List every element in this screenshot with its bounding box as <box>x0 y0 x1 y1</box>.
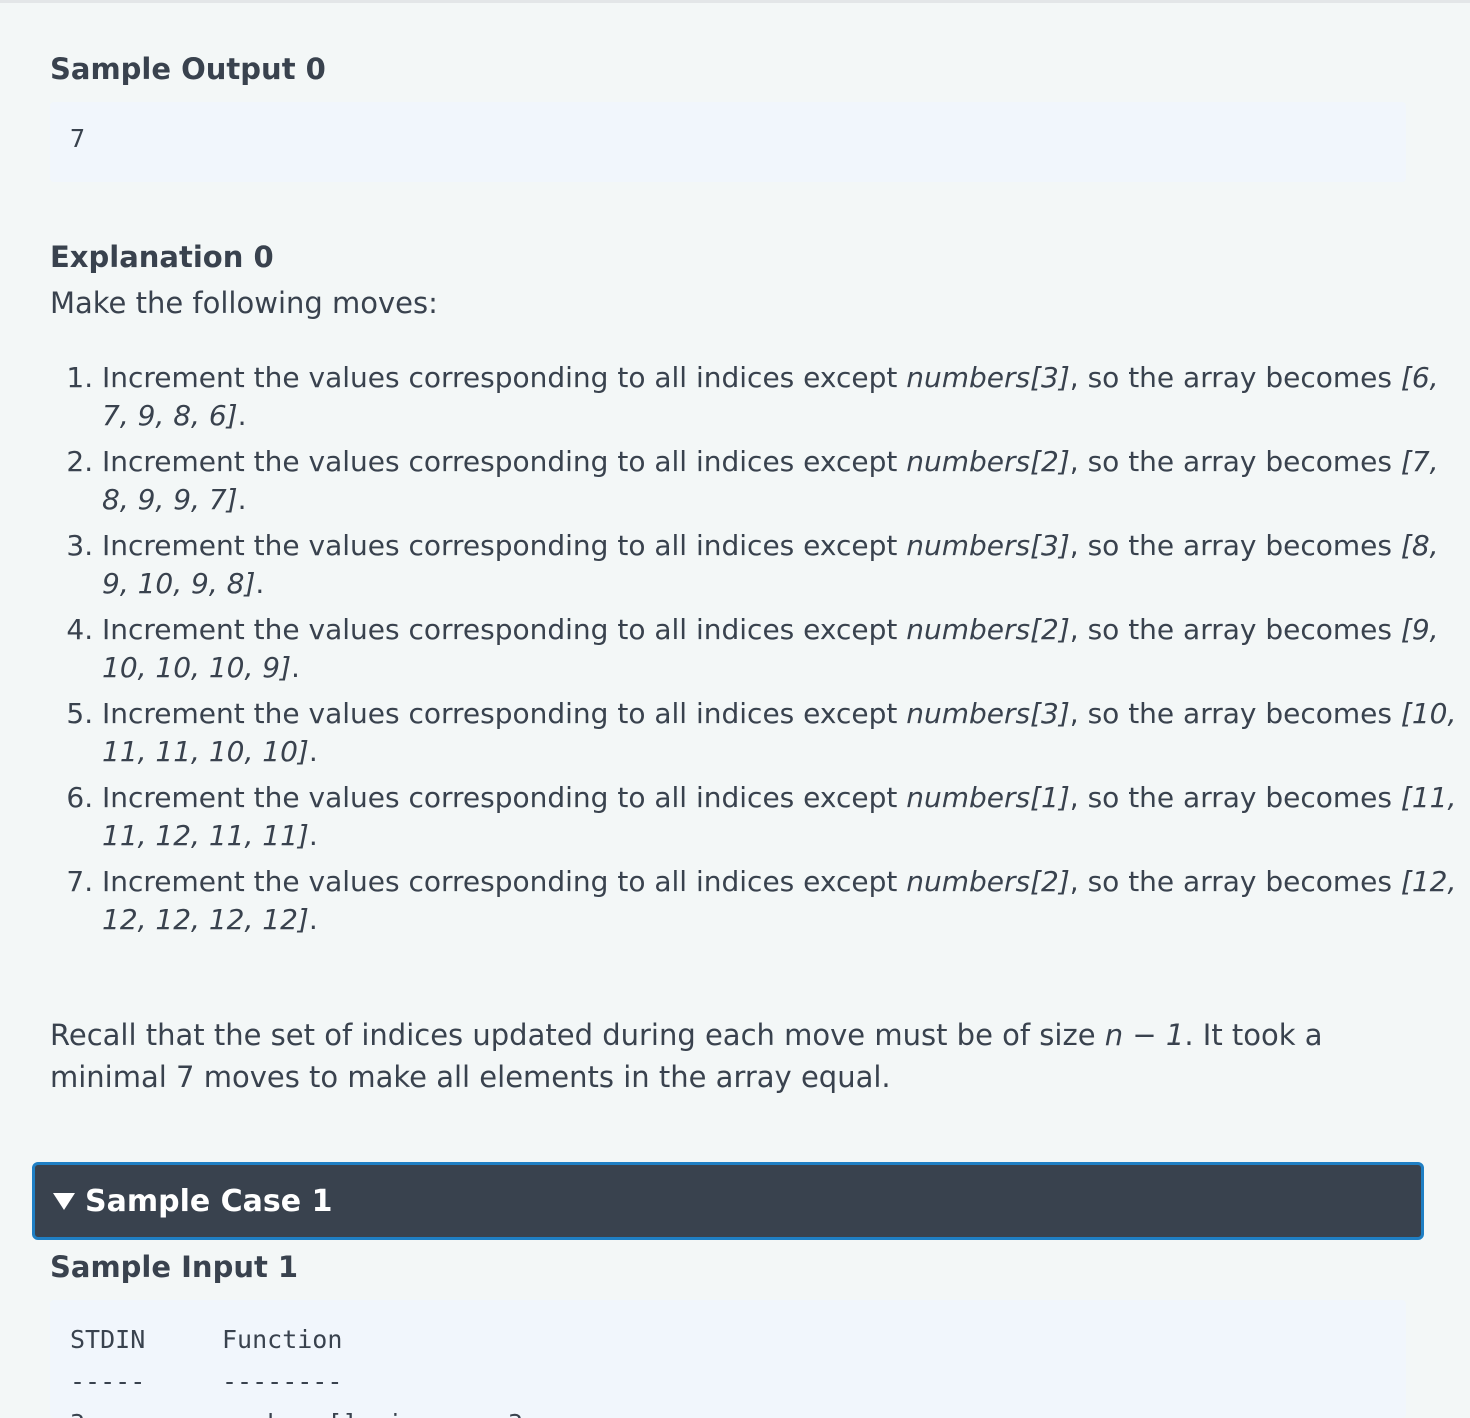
move-suffix: . <box>237 483 247 516</box>
move-prefix: Increment the values corresponding to al… <box>102 613 907 646</box>
sample-output-heading: Sample Output 0 <box>50 52 326 86</box>
move-prefix: Increment the values corresponding to al… <box>102 781 907 814</box>
move-middle: , so the array becomes <box>1069 697 1401 730</box>
move-suffix: . <box>308 903 318 936</box>
move-suffix: . <box>237 399 247 432</box>
move-index: numbers[2] <box>906 865 1070 898</box>
move-index: numbers[3] <box>906 361 1070 394</box>
stdin-rule-row: ----- -------- <box>70 1361 1406 1403</box>
move-item: Increment the values corresponding to al… <box>102 527 1458 603</box>
move-prefix: Increment the values corresponding to al… <box>102 361 907 394</box>
sample-input-block: STDINFunction ------------- 3→numbers[] … <box>50 1300 1406 1418</box>
function-label: Function <box>222 1325 343 1354</box>
sample-case-1-toggle[interactable]: Sample Case 1 <box>32 1162 1424 1240</box>
arrow-glyph: → <box>154 1403 222 1418</box>
recall-paragraph: Recall that the set of indices updated d… <box>50 1014 1406 1098</box>
move-suffix: . <box>255 567 265 600</box>
moves-list: Increment the values corresponding to al… <box>50 359 1458 947</box>
move-index: numbers[3] <box>906 697 1070 730</box>
move-middle: , so the array becomes <box>1069 445 1401 478</box>
move-prefix: Increment the values corresponding to al… <box>102 529 907 562</box>
sample-output-block: 7 <box>50 102 1406 182</box>
move-index: numbers[3] <box>906 529 1070 562</box>
stdin-label: STDIN <box>70 1325 146 1354</box>
sample-case-1-title: Sample Case 1 <box>85 1183 333 1219</box>
move-suffix: . <box>291 651 300 684</box>
move-prefix: Increment the values corresponding to al… <box>102 445 907 478</box>
move-middle: , so the array becomes <box>1069 529 1401 562</box>
triangle-down-icon <box>53 1192 75 1210</box>
function-desc: numbers[] size n = 3 <box>222 1409 523 1418</box>
move-suffix: . <box>308 819 318 852</box>
move-item: Increment the values corresponding to al… <box>102 779 1458 855</box>
recall-formula: n − 1 <box>1104 1018 1185 1052</box>
explanation-intro: Make the following moves: <box>50 286 438 320</box>
move-item: Increment the values corresponding to al… <box>102 863 1458 939</box>
move-index: numbers[2] <box>906 445 1070 478</box>
move-middle: , so the array becomes <box>1069 361 1401 394</box>
move-item: Increment the values corresponding to al… <box>102 611 1458 687</box>
move-prefix: Increment the values corresponding to al… <box>102 865 907 898</box>
move-index: numbers[1] <box>906 781 1070 814</box>
stdin-data-row: 3→numbers[] size n = 3 <box>70 1403 1406 1418</box>
move-prefix: Increment the values corresponding to al… <box>102 697 907 730</box>
move-item: Increment the values corresponding to al… <box>102 359 1458 435</box>
move-index: numbers[2] <box>906 613 1070 646</box>
explanation-heading: Explanation 0 <box>50 240 274 274</box>
move-suffix: . <box>308 735 318 768</box>
stdin-header-row: STDIN Function <box>70 1319 1406 1361</box>
sample-output-value: 7 <box>70 124 86 153</box>
move-middle: , so the array becomes <box>1069 613 1401 646</box>
move-middle: , so the array becomes <box>1069 865 1401 898</box>
top-divider <box>0 0 1470 3</box>
function-rule: -------- <box>222 1367 343 1396</box>
recall-text-part1: Recall that the set of indices updated d… <box>50 1018 1105 1052</box>
sample-input-heading: Sample Input 1 <box>50 1250 299 1284</box>
stdin-rule: ----- <box>70 1367 146 1396</box>
move-item: Increment the values corresponding to al… <box>102 443 1458 519</box>
stdin-value: 3 <box>70 1403 154 1418</box>
move-item: Increment the values corresponding to al… <box>102 695 1458 771</box>
move-middle: , so the array becomes <box>1069 781 1401 814</box>
